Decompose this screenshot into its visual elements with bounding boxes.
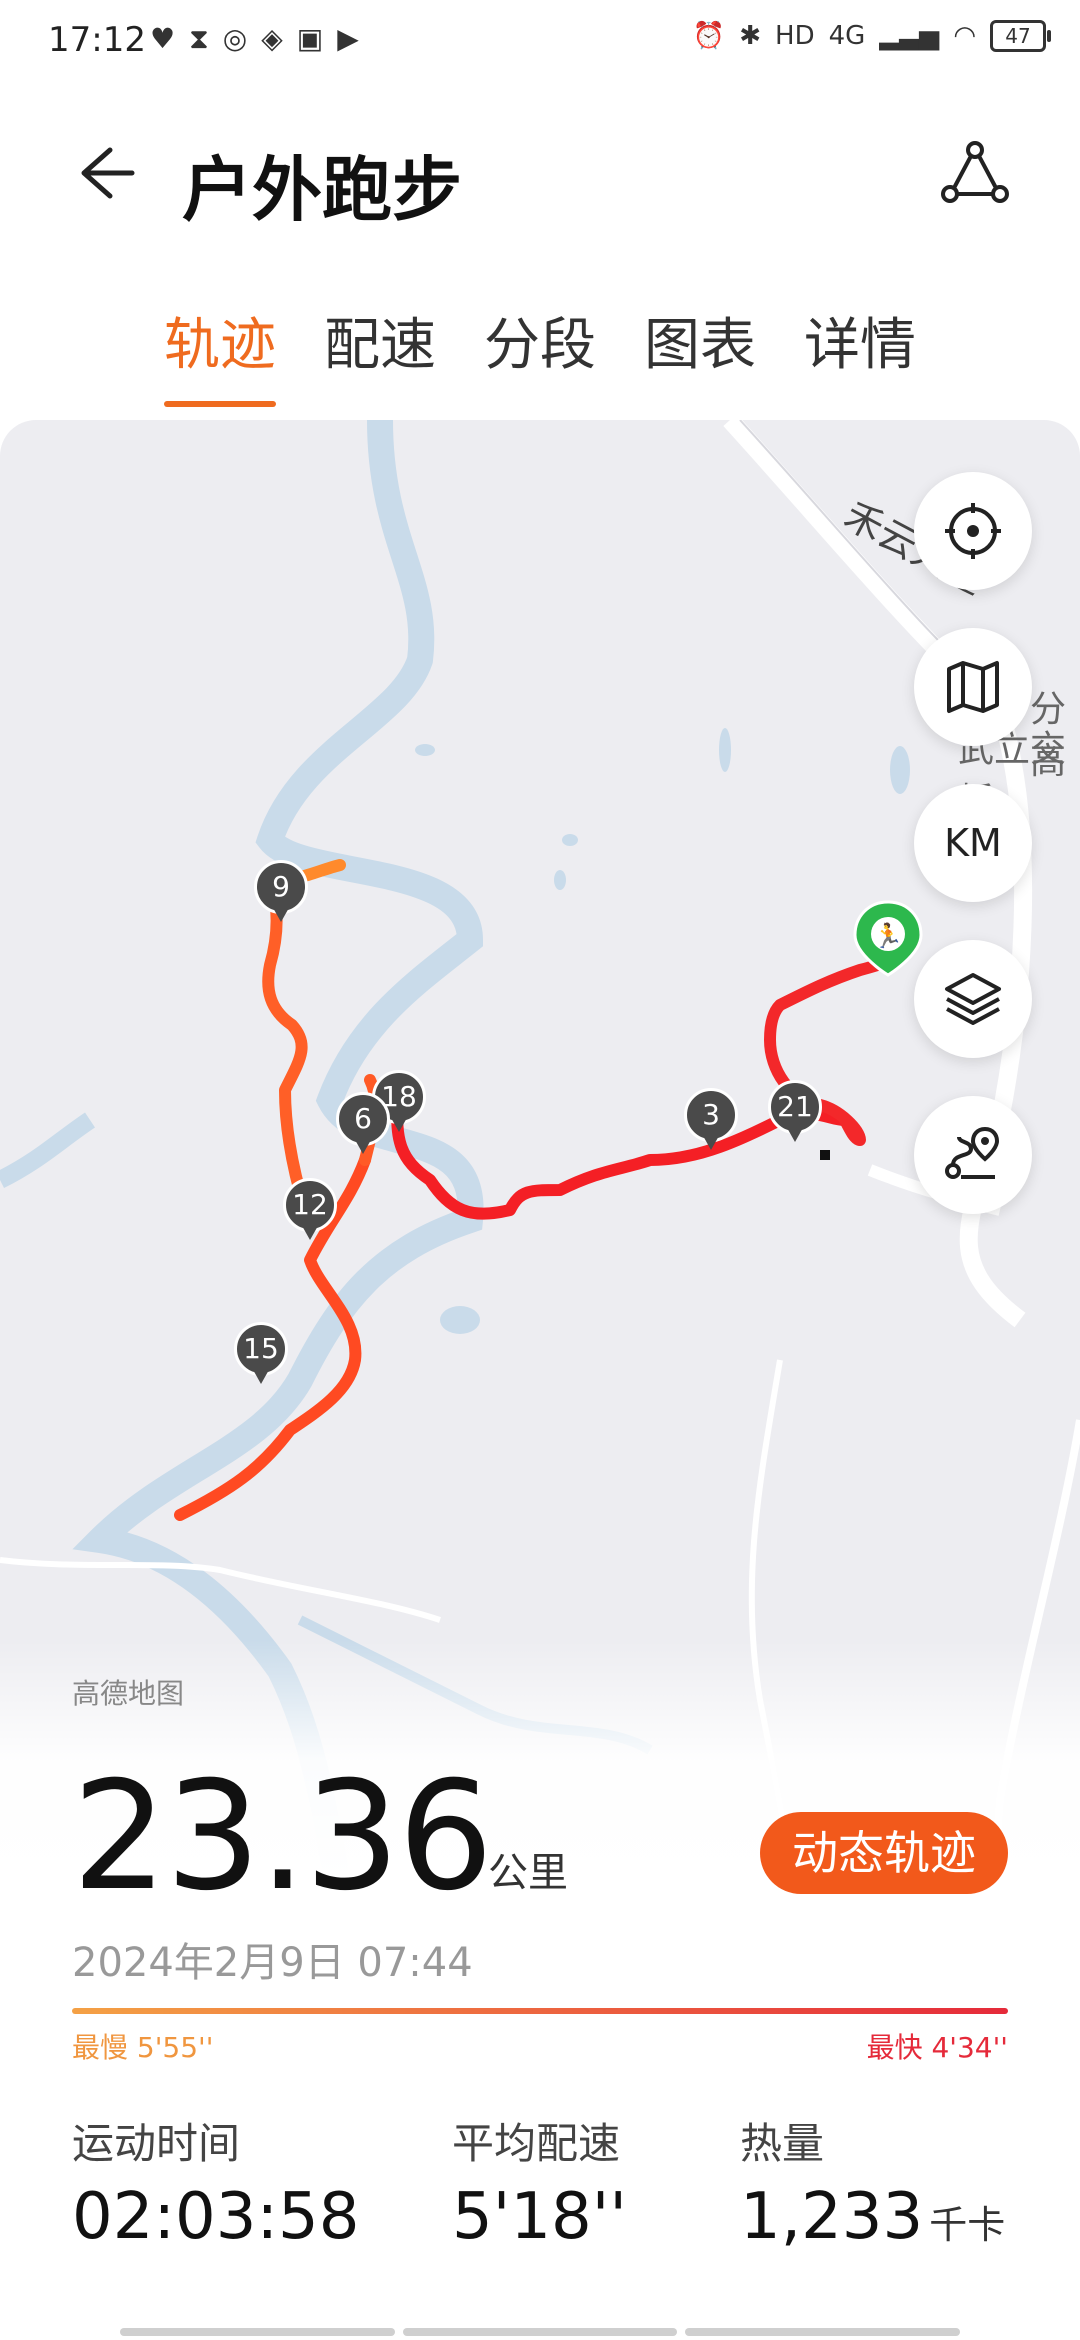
app-notification-icon: ▶ xyxy=(337,22,359,55)
tab-pace[interactable]: 配速 xyxy=(324,300,436,381)
layers-icon xyxy=(945,973,1001,1025)
tab-segments[interactable]: 分段 xyxy=(484,300,596,381)
calories-number: 1,233 xyxy=(740,2180,924,2254)
page-header: 户外跑步 xyxy=(0,120,1080,231)
calories-unit: 千卡 xyxy=(929,2203,1006,2247)
signal-icon: ▂▃▅ xyxy=(879,21,940,51)
fastest-pace: 最快 4'34'' xyxy=(866,2031,1008,2064)
map-provider-label: 高德地图 xyxy=(72,1677,185,1710)
gesture-segment xyxy=(120,2328,395,2336)
km-marker[interactable]: 6 xyxy=(336,1092,390,1158)
distance-unit: 公里 xyxy=(488,1850,568,1896)
dynamic-track-button[interactable]: 动态轨迹 xyxy=(760,1812,1008,1894)
hd-icon: HD xyxy=(775,21,815,51)
app-notification-icon: ▣ xyxy=(296,22,324,55)
network-label: 4G xyxy=(828,21,866,51)
app-notification-icon: ◎ xyxy=(222,22,248,55)
app-notification-icon: ♥ xyxy=(150,22,176,55)
page-title: 户外跑步 xyxy=(182,149,462,231)
calories-value: 1,233 千卡 xyxy=(740,2180,1005,2254)
share-route-icon[interactable] xyxy=(940,138,1010,208)
summary-panel: 高德地图 23.36 公里 动态轨迹 2024年2月9日 07:44 最慢 5'… xyxy=(0,1640,1080,2340)
back-arrow-icon[interactable] xyxy=(70,138,140,208)
hourglass-icon: ⧗ xyxy=(189,22,209,55)
gesture-segment xyxy=(685,2328,961,2336)
status-time: 17:12 xyxy=(48,20,146,60)
km-toggle-button[interactable]: KM xyxy=(914,784,1032,902)
locate-button[interactable] xyxy=(914,472,1032,590)
km-marker[interactable]: 3 xyxy=(684,1088,738,1154)
avg-pace-value: 5'18'' xyxy=(452,2180,627,2254)
calories-label: 热量 xyxy=(740,2119,825,2168)
marker-number: 21 xyxy=(777,1090,813,1123)
wifi-icon: ◠ xyxy=(953,21,976,51)
marker-number: 6 xyxy=(354,1102,372,1135)
alarm-icon: ⏰ xyxy=(692,21,726,51)
bluetooth-icon: ✱ xyxy=(739,21,762,51)
status-bar: 17:12 ♥ ⧗ ◎ ◈ ▣ ▶ ⏰ ✱ HD 4G ▂▃▅ ◠ 47 xyxy=(0,0,1080,80)
duration-label: 运动时间 xyxy=(72,2119,241,2168)
pace-gradient-bar xyxy=(72,2008,1008,2014)
distance-value: 23.36 xyxy=(72,1750,493,1924)
app-notification-icon: ◈ xyxy=(261,22,283,55)
tab-track[interactable]: 轨迹 xyxy=(164,300,276,407)
marker-number: 15 xyxy=(243,1332,279,1365)
notification-icons: ♥ ⧗ ◎ ◈ ▣ ▶ xyxy=(150,22,359,56)
map-icon xyxy=(947,661,999,713)
locate-icon xyxy=(945,503,1001,559)
marker-number: 12 xyxy=(292,1188,328,1221)
gesture-segment xyxy=(402,2328,678,2336)
map-type-button[interactable] xyxy=(914,628,1032,746)
battery-icon: 47 xyxy=(990,20,1051,52)
svg-text:🏃: 🏃 xyxy=(873,922,903,950)
avg-pace-label: 平均配速 xyxy=(452,2119,621,2168)
duration-value: 02:03:58 xyxy=(72,2180,360,2254)
marker-number: 3 xyxy=(702,1098,720,1131)
route-icon xyxy=(945,1126,1000,1179)
km-marker[interactable]: 12 xyxy=(283,1178,337,1244)
km-marker[interactable]: 21 xyxy=(768,1080,822,1146)
km-marker[interactable]: 15 xyxy=(234,1322,288,1388)
tab-charts[interactable]: 图表 xyxy=(644,300,756,381)
layers-button[interactable] xyxy=(914,940,1032,1058)
km-marker[interactable]: 9 xyxy=(254,860,308,926)
tab-details[interactable]: 详情 xyxy=(804,300,916,381)
system-icons: ⏰ ✱ HD 4G ▂▃▅ ◠ 47 xyxy=(692,20,1051,52)
route-button[interactable] xyxy=(914,1096,1032,1214)
gesture-bar xyxy=(120,2328,961,2336)
tab-bar: 轨迹 配速 分段 图表 详情 xyxy=(0,300,1080,407)
workout-datetime: 2024年2月9日 07:44 xyxy=(72,1940,473,1986)
slowest-pace: 最慢 5'55'' xyxy=(72,2031,214,2064)
marker-number: 9 xyxy=(272,870,290,903)
